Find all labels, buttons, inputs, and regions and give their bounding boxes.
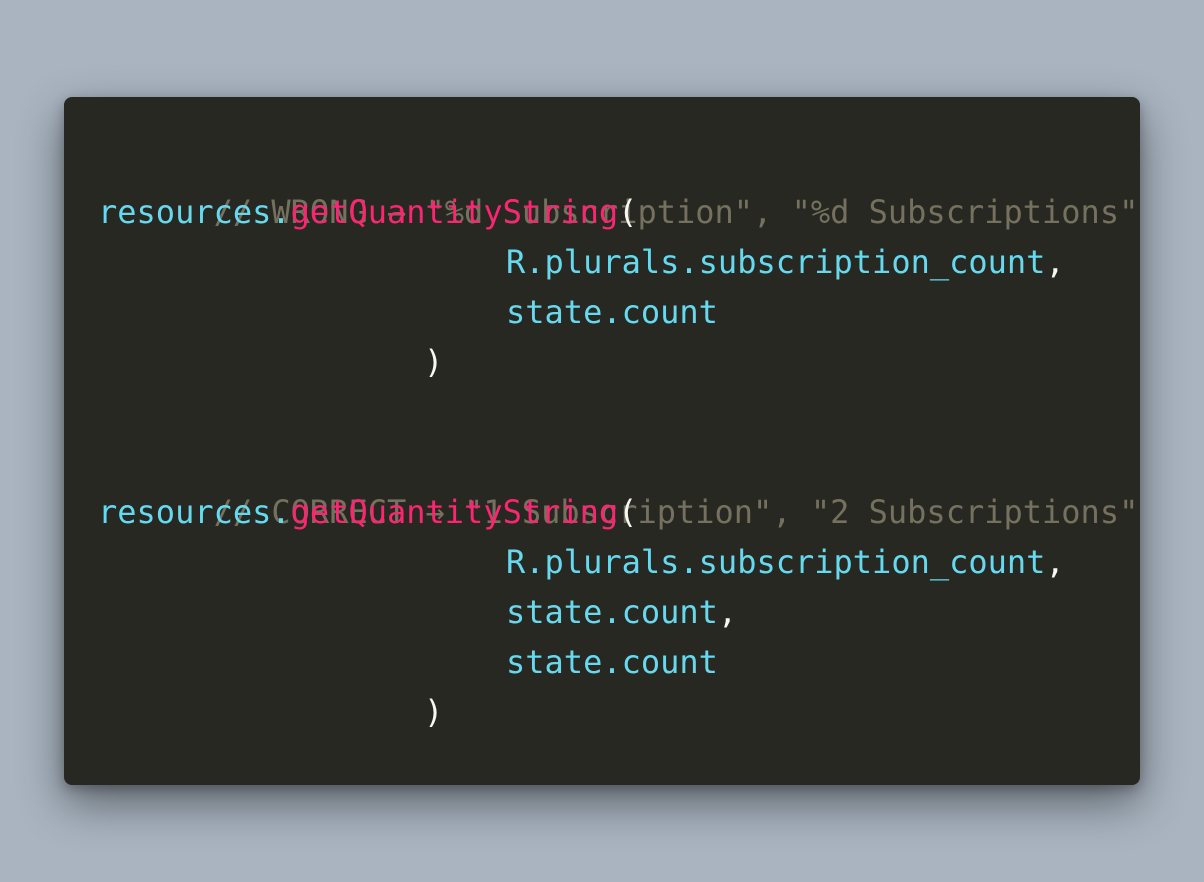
arg-state-count: state.count — [506, 293, 718, 331]
open-paren: ( — [618, 493, 638, 531]
close-paren: ) — [424, 343, 444, 381]
arg-plurals-resource: R.plurals.subscription_count — [506, 243, 1046, 281]
receiver-resources: resources. — [98, 493, 291, 531]
code-line-arg2: state.count — [98, 287, 1140, 337]
arg-comma: , — [1045, 243, 1065, 281]
arg-plurals-resource: R.plurals.subscription_count — [506, 543, 1046, 581]
code-line-arg1: R.plurals.subscription_count, — [98, 537, 1140, 587]
arg-state-count: state.count — [506, 643, 718, 681]
method-getquantitystring: getQuantityString — [290, 493, 619, 531]
code-line-arg2: state.count, — [98, 587, 1140, 637]
close-paren: ) — [424, 693, 444, 731]
code-line-comment-correct: // CORRECT → "1 Subscription", "2 Subscr… — [98, 437, 1140, 531]
receiver-resources: resources. — [98, 193, 291, 231]
arg-state-count: state.count — [506, 593, 718, 631]
code-line-close-1: ) — [98, 337, 1140, 387]
arg-comma: , — [717, 593, 738, 631]
code-line-comment-wrong: // WRONG → "%d Subscription", "%d Subscr… — [98, 137, 1140, 231]
code-line-arg3: state.count — [98, 637, 1140, 687]
method-getquantitystring: getQuantityString — [290, 193, 619, 231]
open-paren: ( — [618, 193, 638, 231]
code-line-arg1: R.plurals.subscription_count, — [98, 237, 1140, 287]
code-snippet-window: // WRONG → "%d Subscription", "%d Subscr… — [64, 97, 1140, 785]
screenshot-canvas: // WRONG → "%d Subscription", "%d Subscr… — [0, 0, 1204, 882]
arg-comma: , — [1045, 543, 1065, 581]
code-line-close-2: ) — [98, 687, 1140, 737]
